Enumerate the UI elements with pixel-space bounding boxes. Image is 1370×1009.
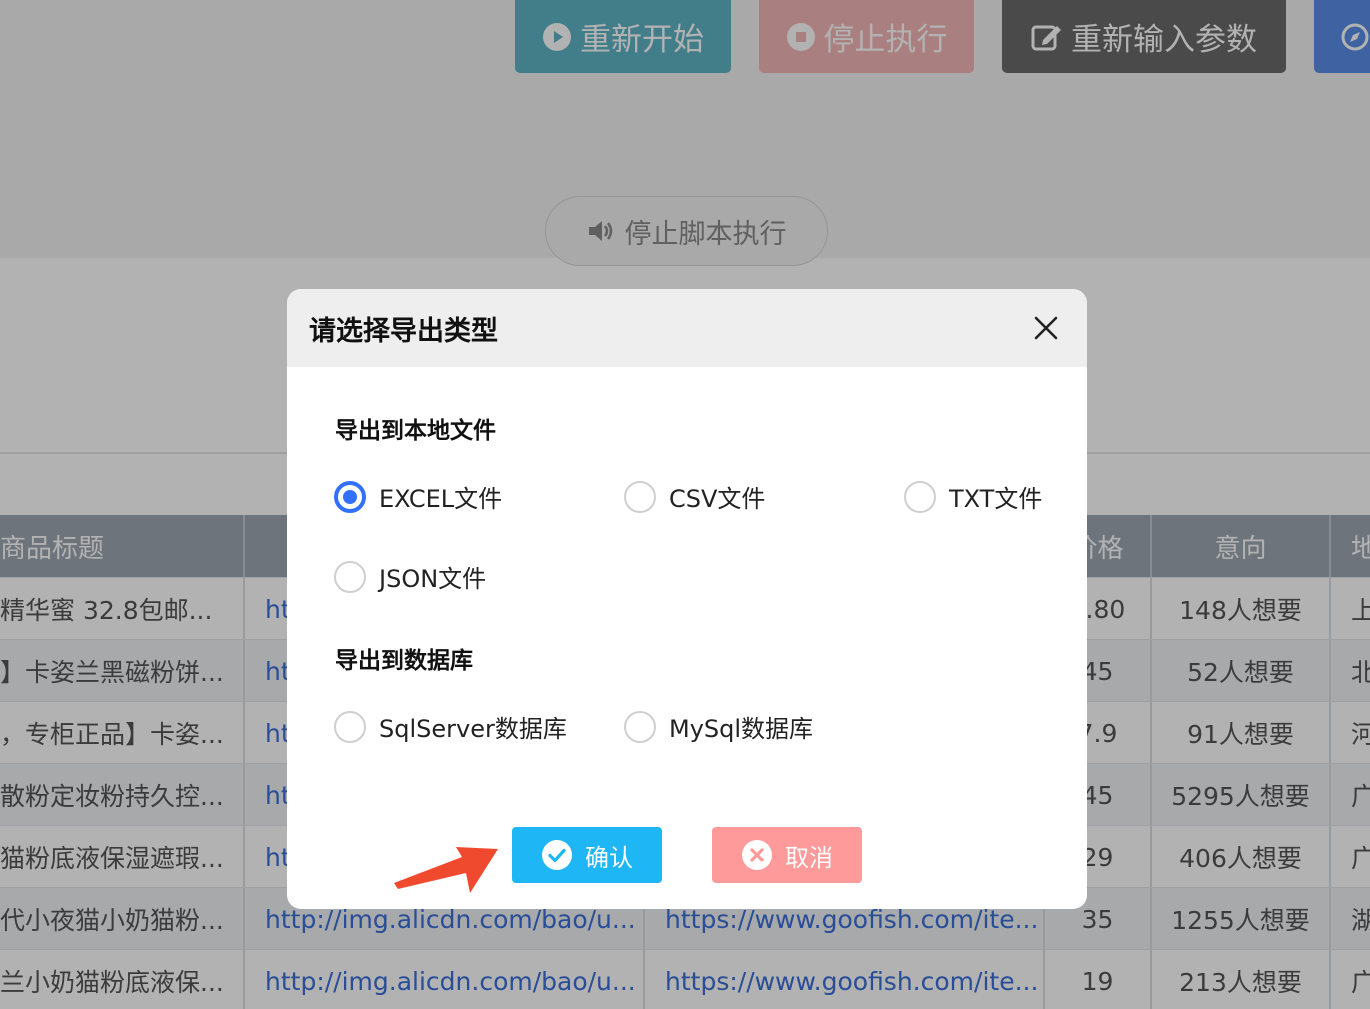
radio-json-label: JSON文件 <box>379 565 487 593</box>
radio-excel[interactable]: EXCEL文件 <box>334 479 502 514</box>
radio-json[interactable]: JSON文件 <box>334 559 486 594</box>
x-circle-icon <box>742 840 772 870</box>
radio-txt-indicator[interactable] <box>904 480 936 513</box>
radio-sqlserver-label: SqlServer数据库 <box>379 715 567 743</box>
cancel-label: 取消 <box>785 843 833 872</box>
database-section-title: 导出到数据库 <box>335 648 473 674</box>
local-file-section-title: 导出到本地文件 <box>335 418 496 444</box>
radio-txt-label: TXT文件 <box>949 485 1043 513</box>
pointer-arrow-icon <box>394 847 498 893</box>
radio-mysql-label: MySql数据库 <box>669 715 814 743</box>
radio-excel-label: EXCEL文件 <box>379 485 503 513</box>
radio-json-indicator[interactable] <box>334 560 366 593</box>
radio-excel-indicator[interactable] <box>334 480 366 513</box>
dialog-title: 请选择导出类型 <box>309 315 498 347</box>
radio-mysql-indicator[interactable] <box>624 710 656 743</box>
export-type-dialog: 请选择导出类型 导出到本地文件 EXCEL文件 CSV文件 TXT文件 JSON… <box>287 289 1087 909</box>
radio-sqlserver-indicator[interactable] <box>334 710 366 743</box>
check-circle-icon <box>542 840 572 870</box>
radio-csv-label: CSV文件 <box>669 485 766 513</box>
confirm-label: 确认 <box>585 843 633 872</box>
close-icon[interactable] <box>1033 315 1059 341</box>
dialog-header: 请选择导出类型 <box>287 289 1087 367</box>
cancel-button[interactable]: 取消 <box>712 827 862 883</box>
radio-mysql[interactable]: MySql数据库 <box>624 709 813 744</box>
confirm-button[interactable]: 确认 <box>512 827 662 883</box>
radio-csv[interactable]: CSV文件 <box>624 479 765 514</box>
radio-txt[interactable]: TXT文件 <box>904 479 1042 514</box>
radio-sqlserver[interactable]: SqlServer数据库 <box>334 709 567 744</box>
app-page: 重新开始 停止执行 重新输入参数 停止脚本执行 商品标题 价格 意向 精华蜜 3… <box>0 0 1370 1009</box>
radio-csv-indicator[interactable] <box>624 480 656 513</box>
